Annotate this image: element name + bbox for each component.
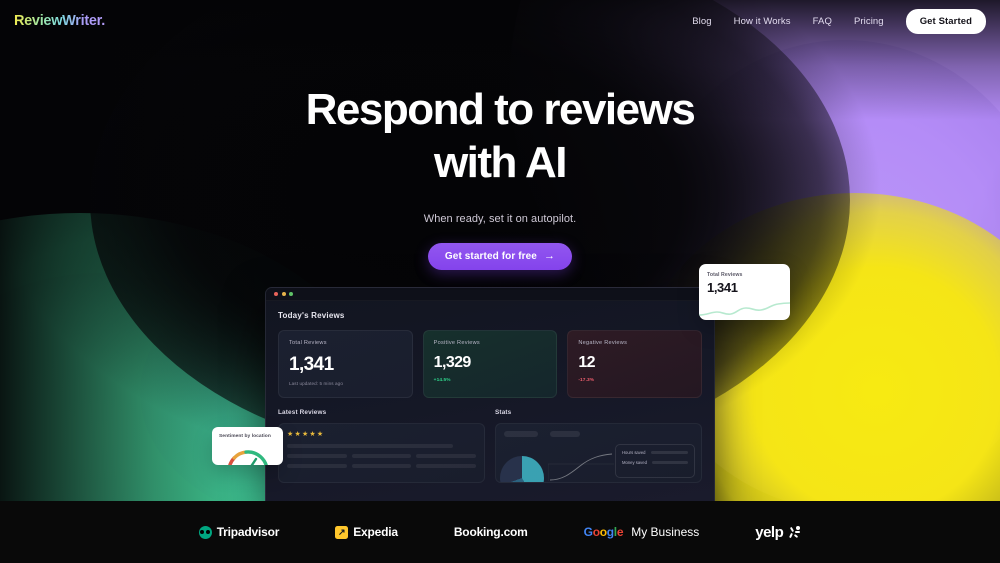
floating-total-value: 1,341 — [707, 280, 738, 295]
latest-reviews-title: Latest Reviews — [278, 409, 327, 416]
logo-google-my-business: Google My Business — [584, 525, 700, 539]
sparkline-chart — [699, 302, 790, 316]
google-letter-o1: o — [592, 525, 600, 539]
stats-panel-card[interactable]: Hours saved Money saved — [495, 423, 702, 483]
logo-tripadvisor: Tripadvisor — [198, 525, 280, 539]
donut-chart — [500, 456, 544, 482]
expedia-mark-icon: ↗ — [335, 525, 349, 539]
stat-delta-negative: -17.3% — [578, 378, 595, 383]
stats-chip-hours-saved: Hours saved — [622, 450, 688, 455]
star-rating-icon: ★★★★★ — [287, 431, 325, 438]
brand-logo-part2: Writer. — [62, 13, 105, 29]
brand-logo[interactable]: ReviewWriter. — [14, 13, 105, 29]
review-skeleton-row — [287, 464, 477, 468]
tripadvisor-label: Tripadvisor — [216, 525, 280, 539]
stats-chip-bar — [650, 451, 688, 454]
google-letter-e: e — [616, 525, 624, 539]
hero-heading-line-1: Respond to reviews — [305, 85, 696, 134]
landing-page: ReviewWriter. Blog How it Works FAQ Pric… — [0, 0, 1000, 563]
nav-link-how-it-works[interactable]: How it Works — [734, 16, 791, 27]
dashboard-section-title: Today's Reviews — [278, 311, 345, 320]
dashboard-panels-row: Latest Reviews ★★★★★ Stats Hours saved M… — [278, 409, 702, 483]
stat-delta-positive: +14.5% — [433, 378, 451, 383]
hero-subheading: When ready, set it on autopilot. — [423, 213, 577, 225]
google-letter-g2: g — [606, 525, 614, 539]
stats-panel: Stats Hours saved Money saved — [495, 409, 702, 483]
background-left-fade — [0, 0, 280, 563]
brand-logo-part1: Review — [14, 13, 63, 29]
google-wordmark-icon: Google — [584, 525, 624, 539]
yelp-burst-icon — [789, 525, 801, 539]
nav-links-group: Blog How it Works FAQ Pricing Get Starte… — [692, 8, 986, 34]
google-letter-g: G — [583, 525, 593, 539]
nav-link-pricing[interactable]: Pricing — [854, 16, 884, 27]
top-navigation-bar: ReviewWriter. Blog How it Works FAQ Pric… — [0, 0, 1000, 42]
google-my-business-label: My Business — [631, 525, 700, 539]
stat-card-positive-reviews[interactable]: Positive Reviews 1,329 +14.5% — [422, 330, 558, 398]
stat-value-negative: 12 — [578, 354, 595, 371]
stat-label-positive: Positive Reviews — [433, 340, 480, 346]
tripadvisor-eyes — [200, 530, 210, 534]
hero-cta-label: Get started for free — [444, 251, 537, 262]
hero-heading-line-2: with AI — [433, 138, 568, 187]
stats-pill-placeholder — [550, 431, 580, 437]
dashboard-body: Today's Reviews Total Reviews 1,341 Last… — [266, 301, 714, 483]
latest-reviews-card[interactable]: ★★★★★ — [278, 423, 485, 483]
arrow-right-icon: → — [543, 250, 556, 262]
window-maximize-dot-icon — [289, 292, 293, 296]
partner-logo-bar: Tripadvisor ↗ Expedia Booking.com Google… — [0, 501, 1000, 563]
stats-savings-box: Hours saved Money saved — [615, 444, 695, 478]
gauge-chart-icon — [227, 450, 268, 465]
hero-heading: Respond to reviews with AI — [0, 88, 1000, 185]
stat-value-positive: 1,329 — [433, 354, 472, 371]
latest-reviews-panel: Latest Reviews ★★★★★ — [278, 409, 485, 483]
floating-card-sentiment: Sentiment by location — [212, 427, 283, 465]
stat-card-negative-reviews[interactable]: Negative Reviews 12 -17.3% — [567, 330, 703, 398]
get-started-button[interactable]: Get Started — [905, 8, 986, 34]
window-close-dot-icon — [274, 292, 278, 296]
nav-link-blog[interactable]: Blog — [692, 16, 711, 27]
review-skeleton-line — [287, 444, 454, 448]
stats-chip-bar — [651, 461, 688, 464]
stat-card-total-reviews[interactable]: Total Reviews 1,341 Last updated: 5 mins… — [278, 330, 413, 398]
stat-label-negative: Negative Reviews — [578, 340, 628, 346]
expedia-label: Expedia — [353, 525, 398, 539]
stat-cards-row: Total Reviews 1,341 Last updated: 5 mins… — [278, 330, 703, 398]
yelp-label: yelp — [755, 523, 784, 541]
tripadvisor-owl-icon — [198, 525, 212, 539]
stat-note-total: Last updated: 5 mins ago — [289, 381, 343, 386]
dashboard-mockup: Today's Reviews Total Reviews 1,341 Last… — [265, 287, 715, 502]
floating-card-total-reviews: Total Reviews 1,341 — [699, 264, 790, 320]
logo-expedia: ↗ Expedia — [335, 525, 398, 539]
stats-chip-label: Hours saved — [622, 450, 646, 455]
hero-cta-button[interactable]: Get started for free → — [427, 243, 573, 270]
logo-yelp: yelp — [755, 524, 801, 541]
stats-panel-title: Stats — [495, 409, 512, 416]
window-title-bar — [266, 288, 714, 301]
floating-total-label: Total Reviews — [707, 272, 743, 278]
stats-line-chart — [548, 453, 614, 481]
stat-label-total: Total Reviews — [289, 340, 327, 346]
nav-link-faq[interactable]: FAQ — [813, 16, 832, 27]
floating-sentiment-label: Sentiment by location — [219, 434, 271, 439]
hero-section: Respond to reviews with AI When ready, s… — [0, 88, 1000, 270]
google-letter-o2: o — [599, 525, 607, 539]
booking-label: Booking.com — [453, 525, 528, 539]
logo-booking: Booking.com — [454, 525, 528, 539]
window-minimize-dot-icon — [281, 292, 286, 296]
review-skeleton-row — [287, 454, 477, 458]
stats-chip-label: Money saved — [622, 460, 647, 465]
stats-chip-money-saved: Money saved — [622, 460, 688, 465]
stat-value-total: 1,341 — [289, 354, 334, 375]
stats-pill-placeholder — [504, 431, 538, 437]
